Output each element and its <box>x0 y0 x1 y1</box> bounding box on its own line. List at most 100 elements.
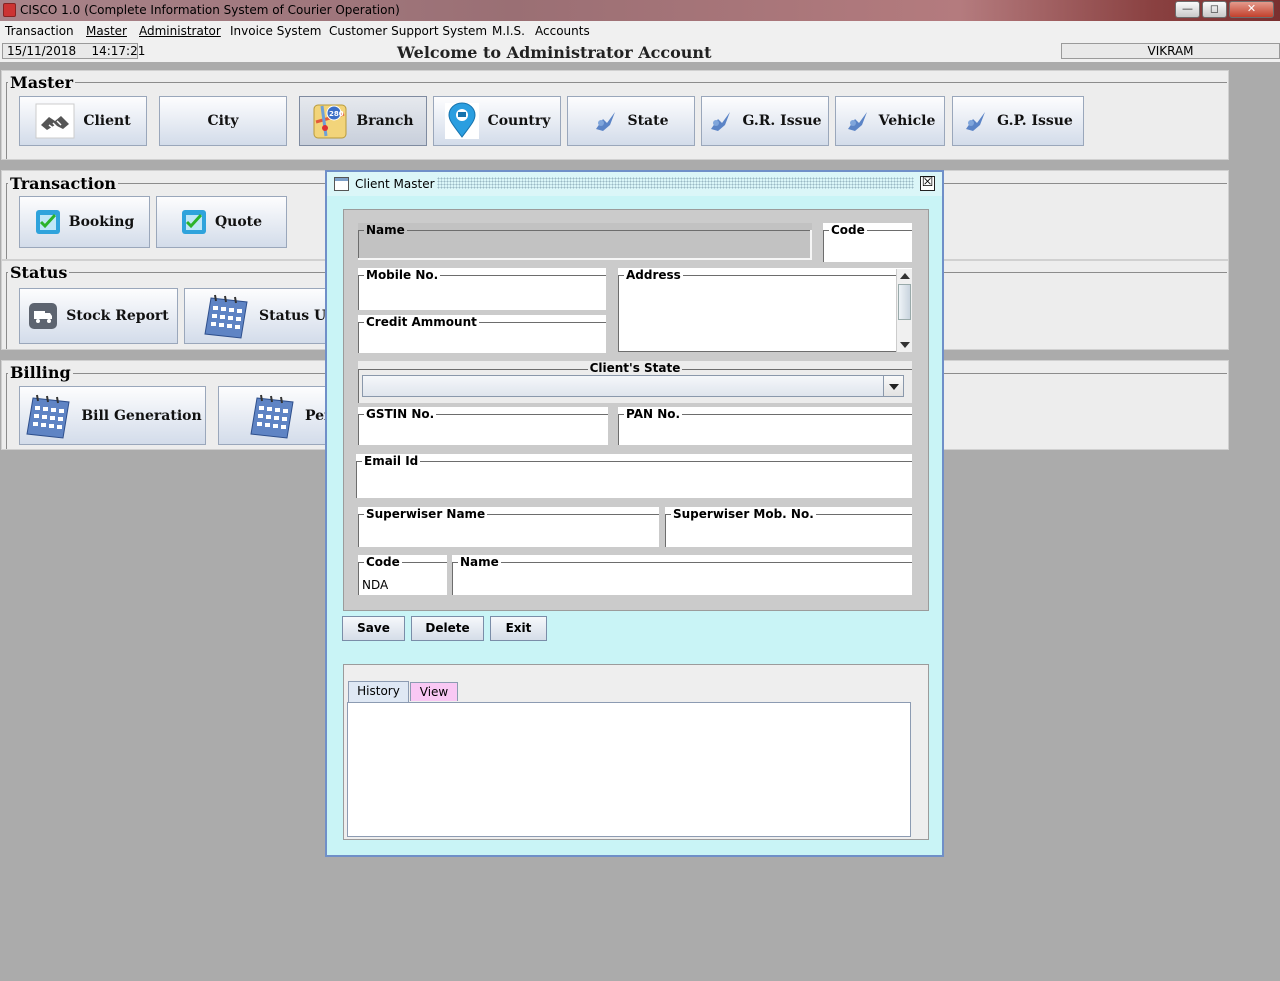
scroll-thumb[interactable] <box>898 284 911 320</box>
window-icon <box>334 177 349 191</box>
name-label: Name <box>364 223 407 237</box>
scroll-up-arrow-icon[interactable] <box>900 273 910 279</box>
mobile-field[interactable]: Mobile No. <box>358 268 606 310</box>
menu-master[interactable]: Master <box>86 24 127 38</box>
stock-report-tile[interactable]: Stock Report <box>19 288 178 344</box>
quote-tile[interactable]: Quote <box>156 196 287 248</box>
credit-amount-field[interactable]: Credit Ammount <box>358 315 606 353</box>
master-panel: Master Client City 280 Branch Country St… <box>1 70 1229 160</box>
handshake-icon <box>35 103 75 139</box>
menu-mis[interactable]: M.I.S. <box>492 24 525 38</box>
truck-icon <box>29 303 58 329</box>
dialog-title-bar[interactable]: Client Master ☒ <box>327 172 942 196</box>
mobile-label: Mobile No. <box>364 268 441 282</box>
city-tile[interactable]: City <box>159 96 287 146</box>
code-field[interactable]: Code <box>823 223 912 262</box>
state-tile-label: State <box>627 113 669 129</box>
menu-accounts[interactable]: Accounts <box>535 24 590 38</box>
vehicle-tile-label: Vehicle <box>878 113 936 129</box>
app-title: CISCO 1.0 (Complete Information System o… <box>20 3 400 17</box>
client-form-panel: Name Code Mobile No. Address Credit Ammo… <box>343 209 929 611</box>
branch-tile-label: Branch <box>356 113 414 129</box>
time-label: 14:17:21 <box>91 44 146 58</box>
tab-view[interactable]: View <box>410 682 458 701</box>
bird-icon <box>847 112 867 131</box>
gr-issue-tile-label: G.R. Issue <box>742 113 822 129</box>
country-tile-label: Country <box>487 113 551 129</box>
menu-transaction[interactable]: Transaction <box>5 24 74 38</box>
restore-button[interactable]: ◻ <box>1202 1 1227 18</box>
user-display: VIKRAM <box>1061 43 1280 59</box>
gstin-label: GSTIN No. <box>364 407 437 421</box>
bird-icon <box>596 112 616 131</box>
menu-bar: Transaction Master Administrator Invoice… <box>0 21 1280 41</box>
history-tab-content[interactable] <box>347 702 911 837</box>
date-label: 15/11/2018 <box>7 44 77 58</box>
app-title-bar: CISCO 1.0 (Complete Information System o… <box>0 0 1280 21</box>
client-tile[interactable]: Client <box>19 96 147 146</box>
calendar-icon <box>26 394 70 439</box>
checklist-icon <box>35 210 60 234</box>
minimize-button[interactable]: — <box>1175 1 1200 18</box>
branch-code-value: NDA <box>362 578 389 592</box>
master-legend: Master <box>8 73 76 92</box>
email-field[interactable]: Email Id <box>356 454 912 498</box>
branch-name-field[interactable]: Name <box>452 555 912 595</box>
dialog-title: Client Master <box>355 177 435 191</box>
client-state-dropdown[interactable] <box>362 375 904 397</box>
client-state-label: Client's State <box>587 361 683 375</box>
menu-administrator[interactable]: Administrator <box>139 24 221 38</box>
delete-button[interactable]: Delete <box>411 616 484 641</box>
gp-issue-tile[interactable]: G.P. Issue <box>952 96 1084 146</box>
save-button[interactable]: Save <box>342 616 405 641</box>
branch-code-field[interactable]: Code NDA <box>358 555 447 595</box>
scroll-down-arrow-icon[interactable] <box>900 342 910 348</box>
gr-issue-tile[interactable]: G.R. Issue <box>701 96 829 146</box>
address-field[interactable]: Address <box>618 268 912 352</box>
client-tile-label: Client <box>83 113 131 129</box>
close-button[interactable]: ✕ <box>1229 1 1274 18</box>
history-tab-panel: History View <box>343 664 929 840</box>
country-tile[interactable]: Country <box>433 96 561 146</box>
name-field[interactable]: Name <box>358 223 812 260</box>
bird-icon <box>966 112 986 131</box>
credit-amount-label: Credit Ammount <box>364 315 479 329</box>
pan-label: PAN No. <box>624 407 683 421</box>
email-label: Email Id <box>362 454 421 468</box>
chevron-down-icon[interactable] <box>883 376 903 396</box>
bill-generation-tile[interactable]: Bill Generation <box>19 386 206 445</box>
location-pin-icon <box>444 102 479 139</box>
branch-code-label: Code <box>364 555 402 569</box>
exit-button[interactable]: Exit <box>490 616 547 641</box>
menu-invoice-system[interactable]: Invoice System <box>230 24 321 38</box>
supervisor-name-field[interactable]: Superwiser Name <box>358 507 659 547</box>
stock-report-tile-label: Stock Report <box>66 308 169 324</box>
map-icon: 280 <box>313 104 347 139</box>
code-label: Code <box>829 223 867 237</box>
dialog-close-button[interactable]: ☒ <box>920 176 935 191</box>
supervisor-mobile-field[interactable]: Superwiser Mob. No. <box>665 507 912 547</box>
transaction-legend: Transaction <box>8 174 119 193</box>
supervisor-name-label: Superwiser Name <box>364 507 488 521</box>
status-update-tile-label: Status Upda <box>259 308 328 324</box>
booking-tile[interactable]: Booking <box>19 196 150 248</box>
address-scrollbar[interactable] <box>896 269 912 352</box>
address-label: Address <box>624 268 683 282</box>
branch-tile[interactable]: 280 Branch <box>299 96 427 146</box>
pending-tile[interactable]: Pen <box>218 386 329 445</box>
calendar-icon <box>204 294 248 339</box>
bird-icon <box>711 112 731 131</box>
state-tile[interactable]: State <box>567 96 695 146</box>
billing-legend: Billing <box>8 363 73 382</box>
pan-field[interactable]: PAN No. <box>618 407 912 445</box>
status-update-tile[interactable]: Status Upda <box>184 288 329 344</box>
quote-tile-label: Quote <box>214 214 263 230</box>
client-state-group: Client's State <box>358 361 912 403</box>
gstin-field[interactable]: GSTIN No. <box>358 407 608 445</box>
menu-customer-support-system[interactable]: Customer Support System <box>329 24 487 38</box>
gp-issue-tile-label: G.P. Issue <box>997 113 1073 129</box>
date-time-display: 15/11/2018 14:17:21 <box>2 43 145 59</box>
tab-history[interactable]: History <box>348 681 409 702</box>
vehicle-tile[interactable]: Vehicle <box>835 96 945 146</box>
booking-tile-label: Booking <box>68 214 135 230</box>
